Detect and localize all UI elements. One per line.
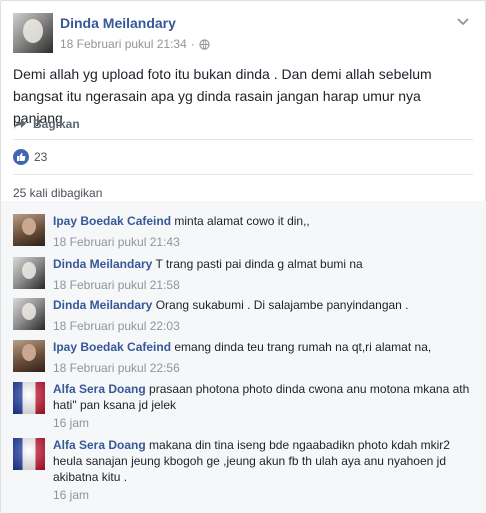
comment-time[interactable]: 18 Februari pukul 21:43 bbox=[53, 235, 180, 249]
commenter-name[interactable]: Ipay Boedak Cafeind bbox=[53, 214, 171, 228]
commenter-avatar[interactable] bbox=[13, 298, 45, 330]
comment-time[interactable]: 18 Februari pukul 21:58 bbox=[53, 278, 180, 292]
commenter-name[interactable]: Alfa Sera Doang bbox=[53, 438, 146, 452]
commenter-avatar[interactable] bbox=[13, 340, 45, 372]
comment-body: Alfa Sera Doang makana din tina iseng bd… bbox=[53, 437, 475, 485]
author-avatar[interactable] bbox=[13, 13, 53, 53]
reactions-summary[interactable]: 23 bbox=[13, 149, 47, 165]
comment-text: emang dinda teu trang rumah na qt,ri ala… bbox=[174, 340, 432, 354]
like-icon bbox=[13, 149, 29, 165]
post-meta: 18 Februari pukul 21:34 · bbox=[60, 37, 210, 51]
post-header: Dinda Meilandary 18 Februari pukul 21:34… bbox=[13, 11, 473, 53]
share-label: Bagikan bbox=[33, 117, 80, 131]
comment-text: minta alamat cowo it din,, bbox=[174, 214, 310, 228]
commenter-avatar[interactable] bbox=[13, 214, 45, 246]
comment-time[interactable]: 16 jam bbox=[53, 488, 89, 502]
comment-body: Dinda Meilandary Orang sukabumi . Di sal… bbox=[53, 297, 475, 313]
commenter-name[interactable]: Dinda Meilandary bbox=[53, 257, 152, 271]
post-card: Dinda Meilandary 18 Februari pukul 21:34… bbox=[0, 0, 486, 513]
author-name[interactable]: Dinda Meilandary bbox=[60, 15, 176, 31]
divider bbox=[13, 139, 473, 140]
divider bbox=[13, 174, 473, 175]
commenter-avatar[interactable] bbox=[13, 257, 45, 289]
commenter-avatar[interactable] bbox=[13, 438, 45, 470]
reaction-count: 23 bbox=[34, 150, 48, 164]
comment-time[interactable]: 16 jam bbox=[53, 416, 89, 430]
commenter-name[interactable]: Ipay Boedak Cafeind bbox=[53, 340, 171, 354]
comments-section: Ipay Boedak Cafeind minta alamat cowo it… bbox=[1, 201, 486, 513]
comment-body: Dinda Meilandary T trang pasti pai dinda… bbox=[53, 256, 475, 272]
post-text: Demi allah yg upload foto itu bukan dind… bbox=[13, 66, 432, 126]
comment-text: Orang sukabumi . Di salajambe panyindang… bbox=[155, 298, 409, 312]
globe-icon[interactable] bbox=[199, 38, 210, 50]
comment-body: Ipay Boedak Cafeind minta alamat cowo it… bbox=[53, 213, 475, 229]
commenter-name[interactable]: Dinda Meilandary bbox=[53, 298, 152, 312]
comment-time[interactable]: 18 Februari pukul 22:03 bbox=[53, 319, 180, 333]
meta-separator: · bbox=[190, 37, 195, 51]
comment-text: T trang pasti pai dinda g almat bumi na bbox=[155, 257, 363, 271]
commenter-avatar[interactable] bbox=[13, 382, 45, 414]
comment-body: Ipay Boedak Cafeind emang dinda teu tran… bbox=[53, 339, 475, 355]
share-button[interactable]: Bagikan bbox=[13, 117, 80, 131]
chevron-down-icon[interactable] bbox=[455, 15, 471, 29]
shares-count[interactable]: 25 kali dibagikan bbox=[13, 186, 102, 200]
share-arrow-icon bbox=[14, 119, 26, 129]
post-timestamp[interactable]: 18 Februari pukul 21:34 bbox=[60, 37, 187, 51]
commenter-name[interactable]: Alfa Sera Doang bbox=[53, 382, 146, 396]
comment-body: Alfa Sera Doang prasaan photona photo di… bbox=[53, 381, 475, 413]
comment-time[interactable]: 18 Februari pukul 22:56 bbox=[53, 361, 180, 375]
